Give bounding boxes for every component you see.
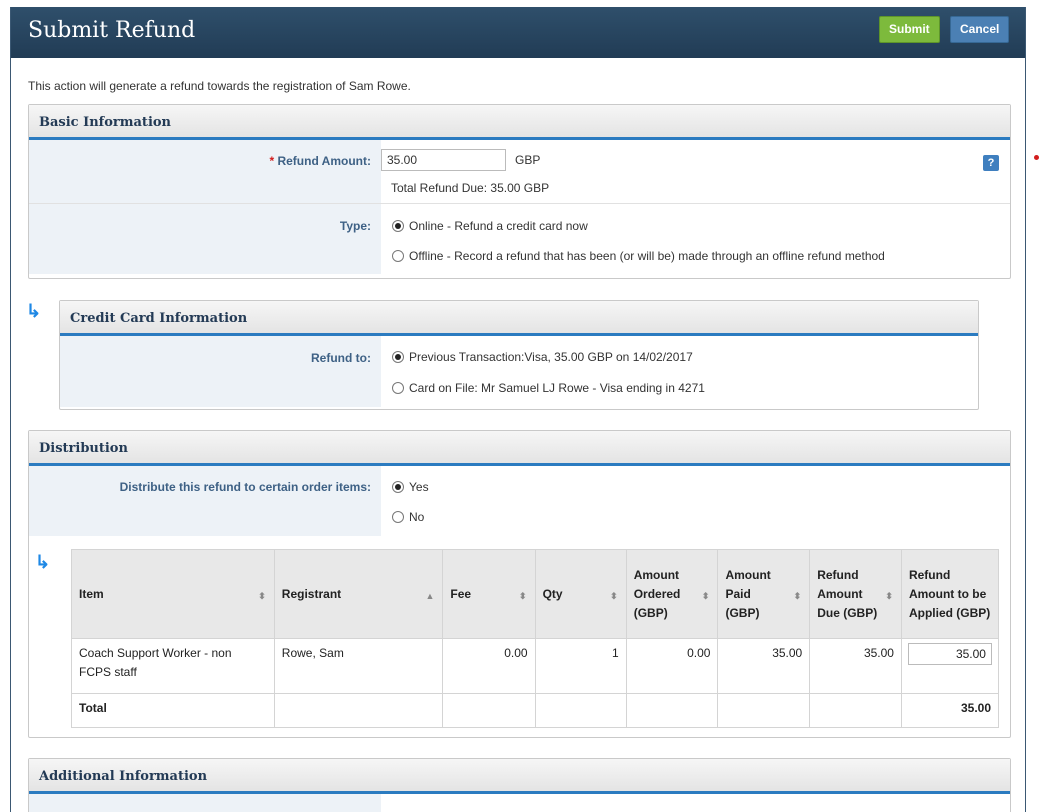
basic-information-header: Basic Information bbox=[29, 105, 1010, 140]
status-dot bbox=[1034, 155, 1039, 160]
column-fee[interactable]: Fee ⬍ bbox=[442, 549, 536, 639]
previous-transaction-option[interactable]: Previous Transaction:Visa, 35.00 GBP on … bbox=[392, 350, 693, 364]
additional-information-header: Additional Information bbox=[29, 759, 1010, 794]
refund-amount-input[interactable] bbox=[381, 149, 506, 171]
credit-card-header: Credit Card Information bbox=[60, 301, 978, 336]
refund-amount-label: * Refund Amount: bbox=[29, 140, 381, 203]
distribution-table: Item ⬍ Registrant ▲ Fee ⬍ Qty ⬍ Amount Order… bbox=[71, 549, 1000, 728]
column-item[interactable]: Item ⬍ bbox=[71, 549, 275, 639]
arrow-down-right-icon: ↳ bbox=[26, 301, 42, 321]
table-row: Coach Support Worker - non FCPS staff Ro… bbox=[71, 638, 1000, 694]
sort-icon: ⬍ bbox=[885, 591, 893, 601]
table-header-row: Item ⬍ Registrant ▲ Fee ⬍ Qty ⬍ Amount Order… bbox=[71, 549, 1000, 639]
cell-amount-paid: 35.00 bbox=[717, 638, 811, 694]
radio-unselected-icon[interactable] bbox=[392, 382, 404, 394]
column-registrant[interactable]: Registrant ▲ bbox=[273, 549, 444, 639]
total-value: 35.00 bbox=[900, 693, 1000, 728]
sort-icon: ⬍ bbox=[793, 591, 802, 601]
distribute-no-option[interactable]: No bbox=[392, 510, 424, 524]
intro-text: This action will generate a refund towar… bbox=[28, 79, 411, 93]
credit-card-section: Credit Card Information Refund to: Previ… bbox=[59, 300, 979, 410]
page-title: Submit Refund bbox=[28, 18, 196, 43]
additional-information-section: Additional Information bbox=[28, 758, 1011, 812]
cell-refund-due: 35.00 bbox=[809, 638, 902, 694]
cancel-button[interactable]: Cancel bbox=[950, 16, 1010, 43]
total-label: Total bbox=[71, 693, 275, 728]
cell-item: Coach Support Worker - non FCPS staff bbox=[71, 638, 275, 694]
help-icon[interactable]: ? bbox=[983, 155, 999, 171]
sort-icon: ⬍ bbox=[701, 591, 710, 601]
refund-amount-row: * Refund Amount: GBP Total Refund Due: 3… bbox=[29, 140, 1010, 204]
cell-fee: 0.00 bbox=[442, 638, 536, 694]
sort-ascending-icon: ▲ bbox=[425, 591, 435, 601]
card-on-file-option[interactable]: Card on File: Mr Samuel LJ Rowe - Visa e… bbox=[392, 381, 705, 395]
sort-icon: ⬍ bbox=[610, 591, 618, 601]
column-amount-paid[interactable]: Amount Paid (GBP) ⬍ bbox=[717, 549, 811, 639]
distribute-yes-option[interactable]: Yes bbox=[392, 480, 429, 494]
refund-to-label: Refund to: bbox=[60, 336, 381, 407]
radio-selected-icon[interactable] bbox=[392, 220, 404, 232]
column-refund-applied: Refund Amount to be Applied (GBP) bbox=[900, 549, 1000, 639]
cell-refund-applied bbox=[900, 638, 1000, 694]
title-bar: Submit Refund Submit Cancel bbox=[11, 7, 1025, 58]
distribution-section: Distribution Distribute this refund to c… bbox=[28, 430, 1011, 738]
cell-amount-ordered: 0.00 bbox=[625, 638, 719, 694]
type-online-option[interactable]: Online - Refund a credit card now bbox=[392, 219, 588, 233]
arrow-down-right-icon: ↳ bbox=[35, 552, 51, 572]
submit-refund-window: Submit Refund Submit Cancel This action … bbox=[10, 7, 1026, 812]
total-refund-due: Total Refund Due: 35.00 GBP bbox=[391, 181, 550, 195]
cell-qty: 1 bbox=[534, 638, 627, 694]
submit-button[interactable]: Submit bbox=[879, 16, 940, 43]
column-qty[interactable]: Qty ⬍ bbox=[534, 549, 627, 639]
radio-unselected-icon[interactable] bbox=[392, 250, 404, 262]
table-total-row: Total 35.00 bbox=[71, 693, 1000, 728]
column-refund-due[interactable]: Refund Amount Due (GBP) ⬍ bbox=[809, 549, 902, 639]
basic-information-section: Basic Information * Refund Amount: GBP T… bbox=[28, 104, 1011, 279]
radio-unselected-icon[interactable] bbox=[392, 511, 404, 523]
radio-selected-icon[interactable] bbox=[392, 481, 404, 493]
distribute-row: Distribute this refund to certain order … bbox=[29, 466, 1010, 536]
radio-selected-icon[interactable] bbox=[392, 351, 404, 363]
additional-label bbox=[29, 794, 381, 812]
sort-icon: ⬍ bbox=[258, 591, 266, 601]
currency-label: GBP bbox=[515, 153, 541, 167]
type-offline-option[interactable]: Offline - Record a refund that has been … bbox=[392, 249, 885, 263]
column-amount-ordered[interactable]: Amount Ordered (GBP) ⬍ bbox=[625, 549, 719, 639]
distribution-header: Distribution bbox=[29, 431, 1010, 466]
type-row: Type: Online - Refund a credit card now … bbox=[29, 204, 1010, 274]
refund-applied-input[interactable] bbox=[907, 643, 992, 665]
distribute-label: Distribute this refund to certain order … bbox=[29, 466, 381, 536]
sort-icon: ⬍ bbox=[519, 591, 527, 601]
refund-to-row: Refund to: Previous Transaction:Visa, 35… bbox=[60, 336, 978, 407]
cell-registrant: Rowe, Sam bbox=[273, 638, 444, 694]
type-label: Type: bbox=[29, 204, 381, 274]
